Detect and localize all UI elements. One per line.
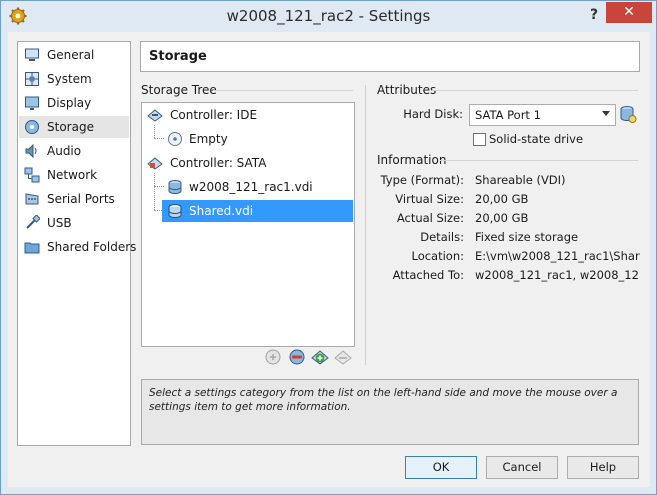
info-key: Location: bbox=[411, 249, 464, 263]
ok-button[interactable]: OK bbox=[405, 456, 477, 479]
nav-item-serial-ports[interactable]: Serial Ports bbox=[19, 188, 129, 210]
settings-window: w2008_121_rac2 - Settings ? ✕ General Sy… bbox=[0, 0, 657, 495]
information-rule bbox=[440, 160, 638, 161]
nav-label: USB bbox=[47, 216, 72, 230]
hint-panel: Select a settings category from the list… bbox=[141, 379, 639, 445]
nav-item-general[interactable]: General bbox=[19, 44, 129, 66]
hard-disk-select[interactable]: SATA Port 1 bbox=[469, 104, 616, 126]
hard-disk-label: Hard Disk: bbox=[403, 107, 463, 121]
ide-controller-icon bbox=[147, 109, 163, 122]
panel-separator bbox=[365, 85, 366, 365]
tree-item-empty-optical[interactable]: Empty bbox=[143, 128, 353, 150]
storage-tree-rule bbox=[213, 90, 353, 91]
usb-icon bbox=[26, 215, 40, 229]
add-controller-icon[interactable] bbox=[311, 348, 329, 366]
info-key: Actual Size: bbox=[396, 211, 464, 225]
nav-label: System bbox=[47, 72, 92, 86]
window-title: w2008_121_rac2 - Settings bbox=[226, 7, 431, 25]
nav-label: Shared Folders bbox=[47, 240, 137, 254]
tree-item-label: Empty bbox=[189, 132, 228, 146]
storage-icon bbox=[25, 120, 39, 134]
page-header: Storage bbox=[140, 41, 640, 72]
info-value: Fixed size storage bbox=[475, 230, 579, 244]
nav-label: Audio bbox=[47, 144, 82, 158]
general-icon bbox=[25, 48, 39, 61]
title-bar[interactable]: w2008_121_rac2 - Settings ? ✕ bbox=[1, 1, 656, 31]
info-key: Type (Format): bbox=[380, 173, 464, 187]
sata-controller-icon bbox=[147, 157, 163, 170]
info-value: 20,00 GB bbox=[475, 211, 529, 225]
solid-state-checkbox[interactable] bbox=[473, 133, 486, 146]
nav-label: Display bbox=[47, 96, 92, 110]
nav-item-audio[interactable]: Audio bbox=[19, 140, 129, 162]
settings-category-list: General System Display Storage Audio Net… bbox=[17, 41, 136, 446]
optical-disc-icon bbox=[168, 132, 182, 146]
add-attachment-icon[interactable] bbox=[264, 348, 282, 366]
attributes-label: Attributes bbox=[377, 83, 437, 97]
info-key: Details: bbox=[420, 230, 464, 244]
information-label: Information bbox=[377, 153, 447, 167]
dialog-client: General System Display Storage Audio Net… bbox=[8, 32, 650, 487]
tree-item-disk-shared[interactable]: Shared.vdi bbox=[162, 200, 353, 222]
remove-attachment-icon[interactable] bbox=[288, 348, 306, 366]
choose-disk-icon[interactable] bbox=[619, 104, 637, 124]
help-button[interactable]: Help bbox=[567, 456, 639, 479]
audio-icon bbox=[25, 143, 37, 159]
info-key: Attached To: bbox=[392, 268, 464, 282]
network-icon bbox=[24, 167, 40, 183]
storage-tree: Controller: IDE Empty Controller: SATA w… bbox=[141, 102, 355, 347]
storage-tree-label: Storage Tree bbox=[141, 83, 217, 97]
nav-label: Serial Ports bbox=[47, 192, 115, 206]
info-value: w2008_121_rac1, w2008_121_r... bbox=[475, 268, 640, 282]
hard-disk-icon bbox=[168, 180, 182, 195]
tree-item-label: Controller: IDE bbox=[170, 108, 258, 122]
nav-item-display[interactable]: Display bbox=[19, 92, 129, 114]
info-value: 20,00 GB bbox=[475, 192, 529, 206]
tree-item-controller-sata[interactable]: Controller: SATA bbox=[143, 152, 353, 174]
page-title: Storage bbox=[149, 49, 207, 64]
info-value: E:\vm\w2008_121_rac1\Shared.... bbox=[475, 249, 640, 263]
close-button[interactable]: ✕ bbox=[606, 2, 652, 23]
tree-item-label: Shared.vdi bbox=[189, 204, 254, 218]
tree-item-controller-ide[interactable]: Controller: IDE bbox=[143, 104, 353, 126]
solid-state-label: Solid-state drive bbox=[489, 132, 584, 146]
hard-disk-value: SATA Port 1 bbox=[475, 108, 541, 122]
chevron-down-icon bbox=[602, 111, 610, 116]
display-icon bbox=[25, 96, 39, 110]
attributes-rule bbox=[432, 90, 638, 91]
system-icon bbox=[25, 72, 39, 86]
nav-label: Network bbox=[47, 168, 98, 182]
tree-item-disk-rac1[interactable]: w2008_121_rac1.vdi bbox=[143, 176, 353, 198]
nav-item-network[interactable]: Network bbox=[19, 164, 129, 186]
hint-text: Select a settings category from the list… bbox=[149, 387, 618, 413]
remove-controller-icon[interactable] bbox=[334, 348, 352, 366]
nav-label: Storage bbox=[47, 120, 94, 134]
nav-item-shared-folders[interactable]: Shared Folders bbox=[19, 236, 136, 258]
shared-folders-icon bbox=[24, 242, 40, 254]
tree-item-label: w2008_121_rac1.vdi bbox=[189, 180, 313, 194]
hard-disk-icon bbox=[168, 204, 182, 219]
tree-item-label: Controller: SATA bbox=[170, 156, 267, 170]
info-value: Shareable (VDI) bbox=[475, 173, 566, 187]
nav-item-system[interactable]: System bbox=[19, 68, 129, 90]
help-icon[interactable]: ? bbox=[587, 8, 601, 22]
serial-ports-icon bbox=[25, 193, 39, 205]
nav-label: General bbox=[47, 48, 95, 62]
nav-item-usb[interactable]: USB bbox=[19, 212, 129, 234]
cancel-button[interactable]: Cancel bbox=[486, 456, 558, 479]
nav-item-storage[interactable]: Storage bbox=[19, 116, 129, 138]
info-key: Virtual Size: bbox=[395, 192, 464, 206]
